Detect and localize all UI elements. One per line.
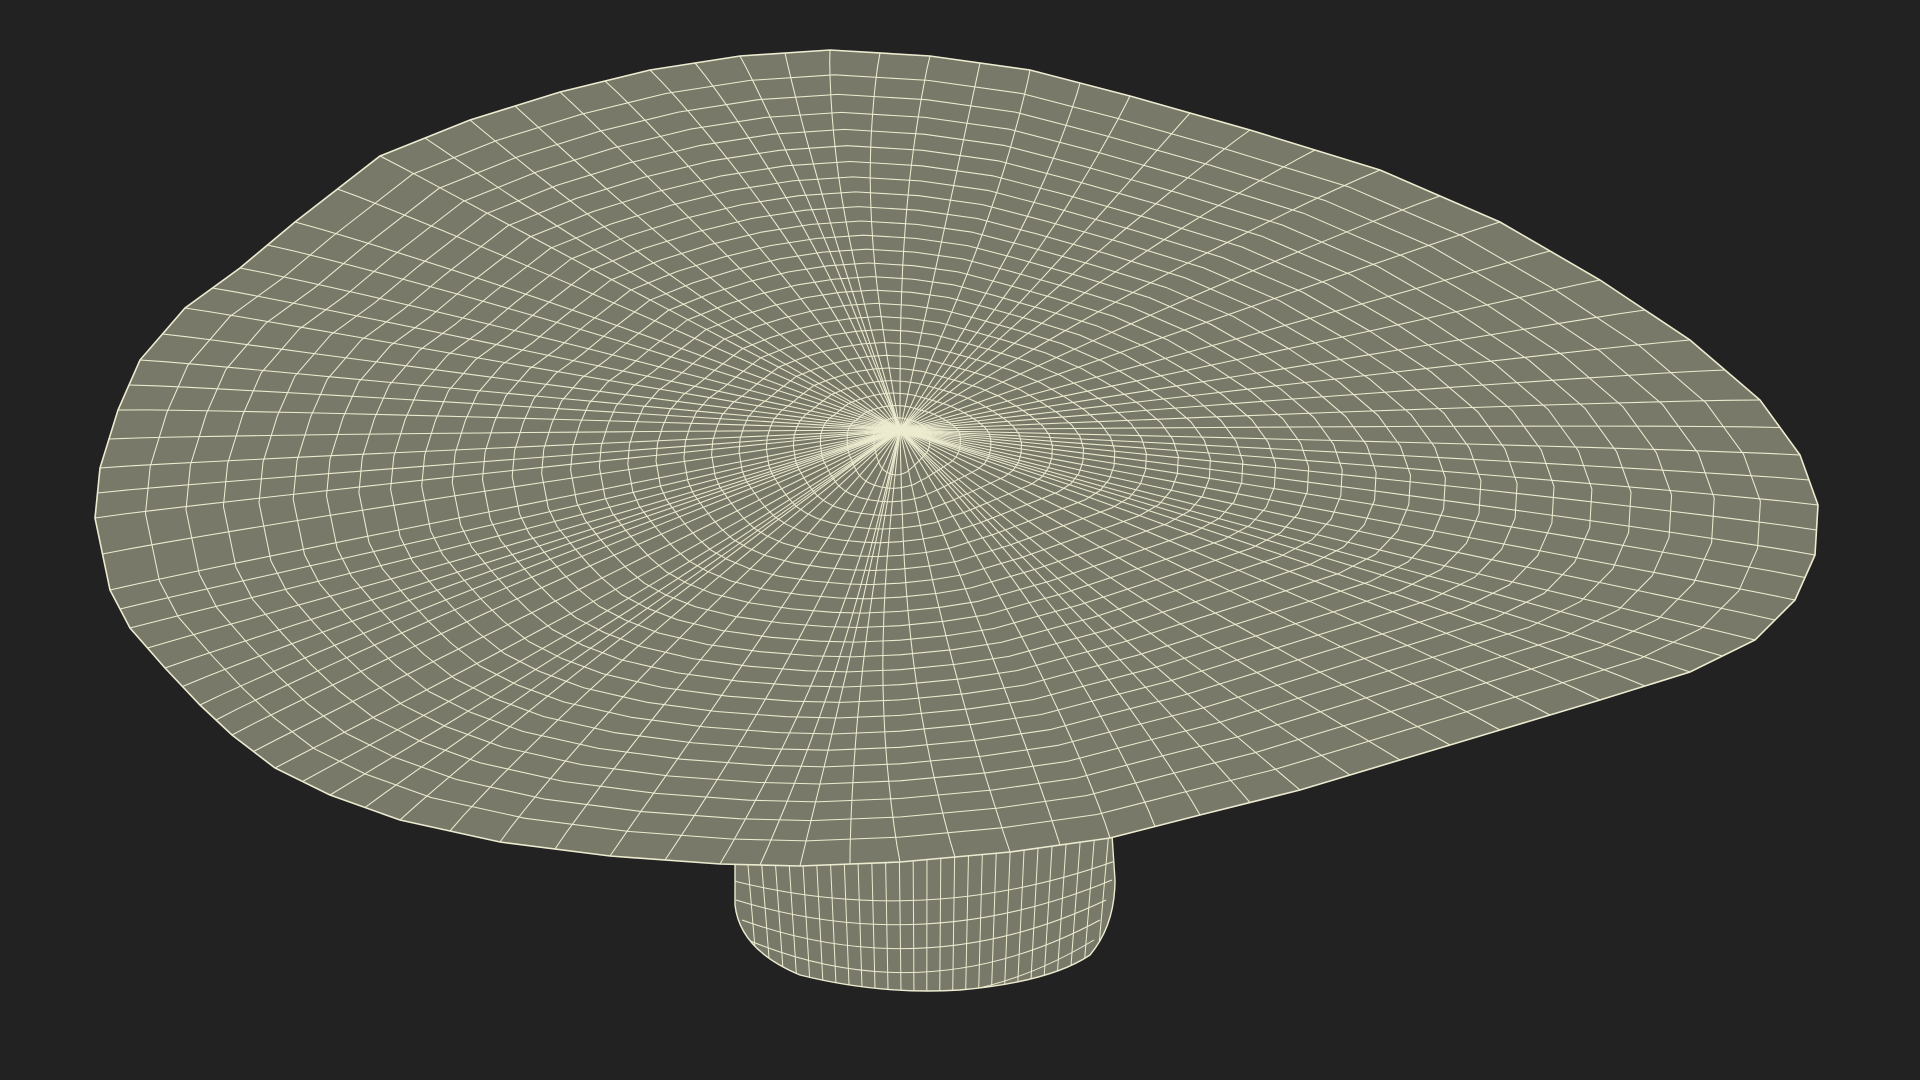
wireframe-model	[94, 49, 1819, 992]
3d-viewport	[0, 0, 1920, 1080]
cap	[94, 49, 1819, 867]
